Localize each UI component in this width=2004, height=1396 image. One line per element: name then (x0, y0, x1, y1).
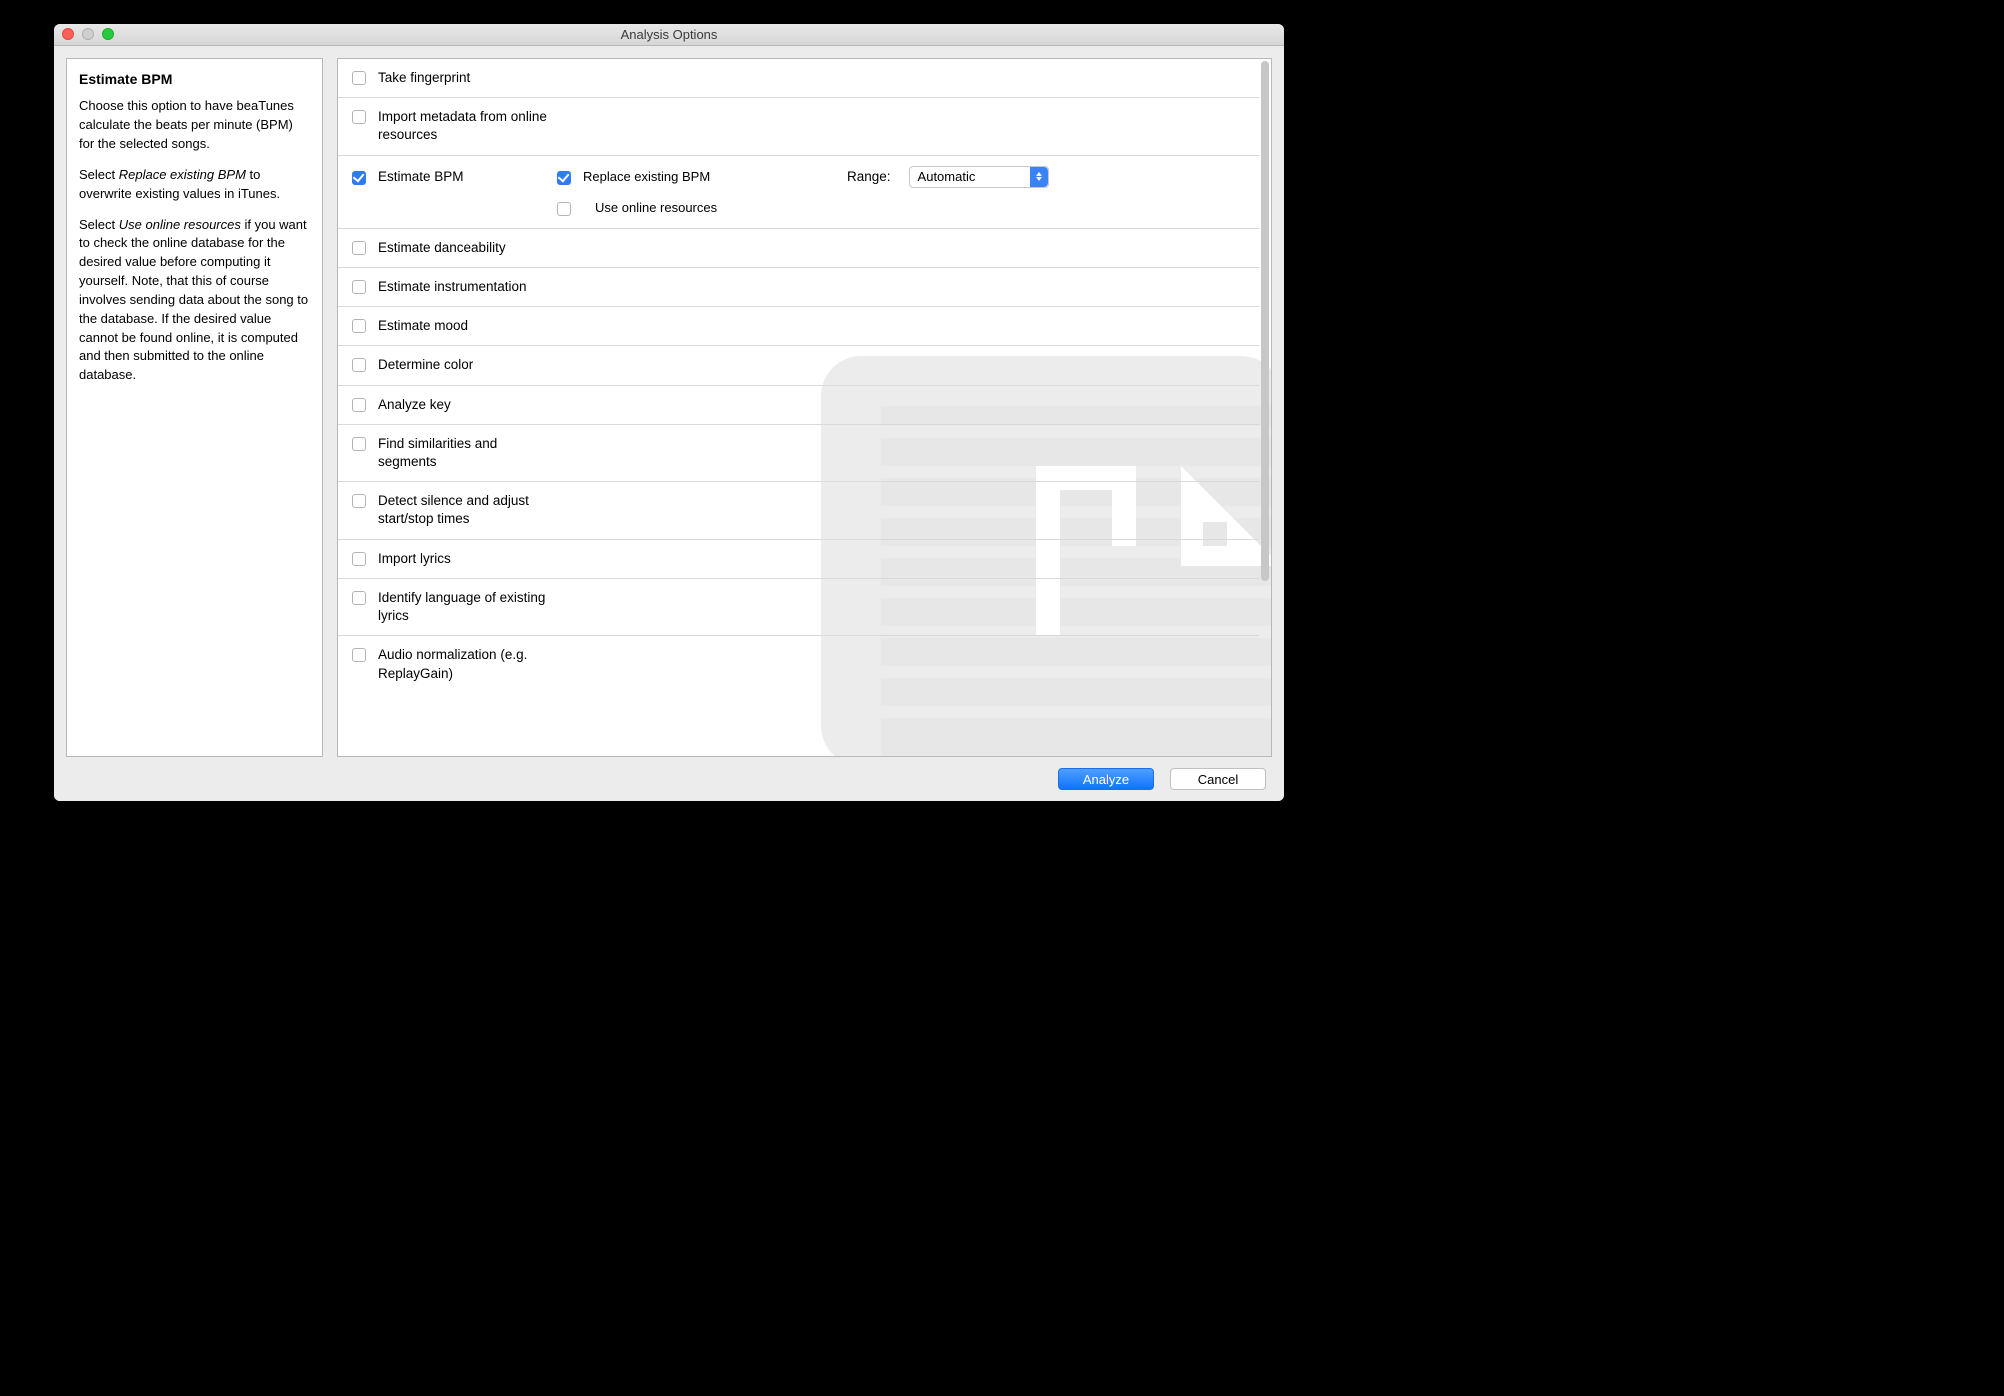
options-scroll[interactable]: Take fingerprint Import metadata from on… (338, 59, 1259, 756)
option-label: Detect silence and adjust start/stop tim… (378, 492, 548, 528)
option-label: Take fingerprint (378, 69, 470, 87)
option-import-metadata[interactable]: Import metadata from online resources (338, 98, 1259, 155)
checkbox[interactable] (352, 71, 366, 85)
window-title: Analysis Options (621, 27, 718, 42)
help-sidebar: Estimate BPM Choose this option to have … (66, 58, 323, 757)
scrollbar-thumb[interactable] (1261, 61, 1269, 581)
chevron-updown-icon (1030, 167, 1048, 187)
checkbox-use-online[interactable] (557, 202, 571, 216)
minimize-icon (82, 28, 94, 40)
option-analyze-key[interactable]: Analyze key (338, 386, 1259, 425)
range-value: Automatic (918, 169, 976, 184)
checkbox[interactable] (352, 648, 366, 662)
window-controls (62, 28, 114, 40)
option-label: Estimate danceability (378, 239, 506, 257)
close-icon[interactable] (62, 28, 74, 40)
range-select[interactable]: Automatic (909, 166, 1049, 188)
options-panel: Take fingerprint Import metadata from on… (337, 58, 1272, 757)
option-label: Identify language of existing lyrics (378, 589, 548, 625)
option-detect-silence[interactable]: Detect silence and adjust start/stop tim… (338, 482, 1259, 539)
zoom-icon[interactable] (102, 28, 114, 40)
checkbox[interactable] (352, 437, 366, 451)
option-label: Use online resources (595, 200, 717, 215)
cancel-button[interactable]: Cancel (1170, 768, 1266, 790)
checkbox[interactable] (352, 171, 366, 185)
option-determine-color[interactable]: Determine color (338, 346, 1259, 385)
checkbox[interactable] (352, 319, 366, 333)
option-find-similarities[interactable]: Find similarities and segments (338, 425, 1259, 482)
option-label: Find similarities and segments (378, 435, 548, 471)
checkbox[interactable] (352, 494, 366, 508)
option-label: Import lyrics (378, 550, 451, 568)
checkbox-replace-bpm[interactable] (557, 171, 571, 185)
option-label: Estimate BPM (378, 168, 464, 186)
analyze-button[interactable]: Analyze (1058, 768, 1154, 790)
option-estimate-bpm: Estimate BPM Replace existing BPM Range:… (338, 156, 1259, 229)
dialog-footer: Analyze Cancel (54, 757, 1284, 801)
option-label: Estimate mood (378, 317, 468, 335)
option-estimate-mood[interactable]: Estimate mood (338, 307, 1259, 346)
dialog-window: Analysis Options Estimate BPM Choose thi… (54, 24, 1284, 801)
option-estimate-instrumentation[interactable]: Estimate instrumentation (338, 268, 1259, 307)
checkbox[interactable] (352, 110, 366, 124)
sidebar-title: Estimate BPM (79, 69, 310, 89)
option-identify-language[interactable]: Identify language of existing lyrics (338, 579, 1259, 636)
checkbox[interactable] (352, 552, 366, 566)
option-label: Estimate instrumentation (378, 278, 527, 296)
option-label: Determine color (378, 356, 473, 374)
checkbox[interactable] (352, 358, 366, 372)
option-audio-normalization[interactable]: Audio normalization (e.g. ReplayGain) (338, 636, 1259, 692)
titlebar: Analysis Options (54, 24, 1284, 46)
content-area: Estimate BPM Choose this option to have … (54, 46, 1284, 757)
range-label: Range: (847, 169, 891, 184)
option-label: Analyze key (378, 396, 451, 414)
checkbox[interactable] (352, 398, 366, 412)
sidebar-paragraph: Choose this option to have beaTunes calc… (79, 97, 310, 154)
checkbox[interactable] (352, 241, 366, 255)
option-label: Import metadata from online resources (378, 108, 548, 144)
option-estimate-danceability[interactable]: Estimate danceability (338, 229, 1259, 268)
option-import-lyrics[interactable]: Import lyrics (338, 540, 1259, 579)
option-take-fingerprint[interactable]: Take fingerprint (338, 59, 1259, 98)
sidebar-paragraph: Select Use online resources if you want … (79, 216, 310, 386)
option-label: Replace existing BPM (583, 169, 710, 184)
checkbox[interactable] (352, 591, 366, 605)
sidebar-paragraph: Select Replace existing BPM to overwrite… (79, 166, 310, 204)
checkbox[interactable] (352, 280, 366, 294)
option-label: Audio normalization (e.g. ReplayGain) (378, 646, 548, 682)
